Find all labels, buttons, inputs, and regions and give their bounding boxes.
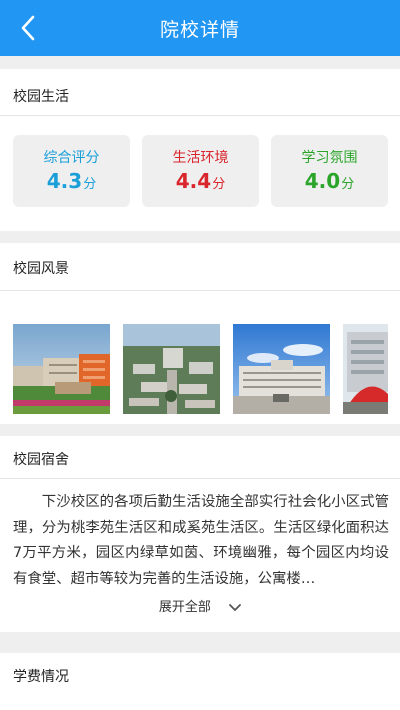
chevron-down-icon	[229, 603, 241, 611]
score-value: 4.4分	[175, 169, 226, 193]
section-title-campus-scenery: 校园风景	[13, 261, 69, 277]
campus-life-section: 校园生活 综合评分 4.3分 生活环境 4.4分 学习氛围 4.0分	[0, 69, 400, 231]
dorm-description: 下沙校区的各项后勤生活设施全部实行社会化小区式管理，分为桃李苑生活区和成奚苑生活…	[13, 494, 389, 587]
score-label: 综合评分	[43, 150, 100, 166]
top-bar: 院校详情	[0, 0, 400, 56]
divider	[0, 115, 400, 116]
tuition-section: 学费情况	[0, 653, 400, 710]
divider	[0, 478, 400, 479]
scenery-photo-2[interactable]	[123, 324, 220, 414]
scenery-photo-3[interactable]	[233, 324, 330, 414]
score-card-study-atmosphere: 学习氛围 4.0分	[271, 135, 388, 207]
score-value: 4.3分	[46, 169, 97, 193]
section-title-campus-dorm: 校园宿舍	[13, 452, 69, 468]
section-title-tuition: 学费情况	[13, 669, 69, 685]
expand-all-label: 展开全部	[158, 600, 211, 615]
score-card-overall: 综合评分 4.3分	[13, 135, 130, 207]
page-title: 院校详情	[159, 18, 240, 41]
chevron-left-icon	[21, 15, 35, 41]
score-value: 4.0分	[304, 169, 355, 193]
score-label: 学习氛围	[301, 150, 358, 166]
campus-dorm-section: 校园宿舍 下沙校区的各项后勤生活设施全部实行社会化小区式管理，分为桃李苑生活区和…	[0, 436, 400, 632]
divider	[0, 290, 400, 291]
section-title-campus-life: 校园生活	[13, 89, 69, 105]
scenery-photo-1[interactable]	[13, 324, 110, 414]
score-card-living-environment: 生活环境 4.4分	[142, 135, 259, 207]
scenery-photo-4[interactable]	[343, 324, 388, 414]
campus-scenery-section: 校园风景	[0, 243, 400, 424]
back-button[interactable]	[10, 10, 46, 46]
expand-all-button[interactable]: 展开全部	[0, 596, 400, 615]
score-label: 生活环境	[172, 150, 229, 166]
